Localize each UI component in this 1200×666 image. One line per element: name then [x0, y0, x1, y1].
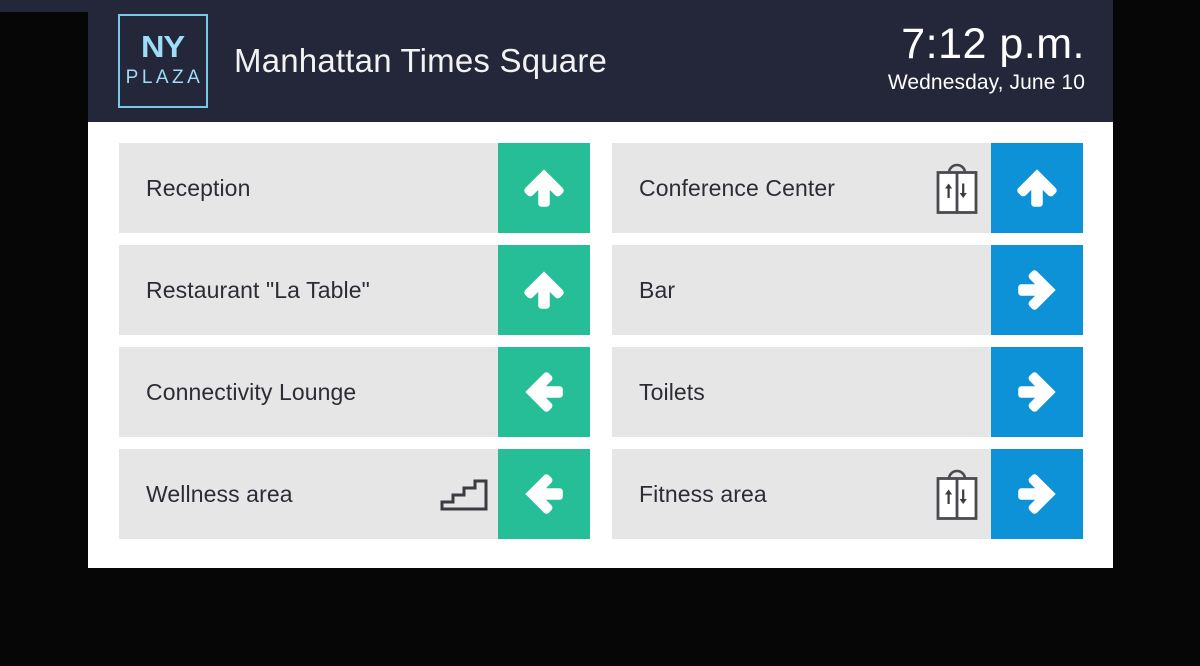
directory-row[interactable]: Connectivity Lounge — [119, 347, 590, 437]
directory-column-left: Reception Restaurant "La Table" Connectivi… — [119, 143, 590, 568]
clock-time: 7:12 p.m. — [901, 20, 1085, 69]
directory-row-label: Restaurant "La Table" — [146, 276, 370, 303]
directory-row[interactable]: Conference Center — [612, 143, 1083, 233]
venue-title: Manhattan Times Square — [234, 42, 608, 79]
directory-row[interactable]: Reception — [119, 143, 590, 233]
directory-row-label: Connectivity Lounge — [146, 378, 357, 405]
directory-row[interactable]: Restaurant "La Table" — [119, 245, 590, 335]
directory-row-label: Fitness area — [639, 480, 767, 507]
signage-screen: NY PLAZA Manhattan Times Square 7:12 p.m… — [88, 0, 1113, 568]
directory-row[interactable]: Fitness area — [612, 449, 1083, 539]
direction-arrow-up-icon — [991, 143, 1083, 233]
directory-row-label: Conference Center — [639, 174, 836, 201]
directory-row-label: Toilets — [639, 378, 705, 405]
elevator-icon — [923, 143, 991, 233]
direction-arrow-right-icon — [991, 449, 1083, 539]
clock-date: Wednesday, June 10 — [887, 71, 1085, 95]
directory-row-label: Bar — [639, 276, 676, 303]
direction-arrow-up-icon — [498, 245, 590, 335]
direction-arrow-right-icon — [991, 347, 1083, 437]
directory-row-label: Wellness area — [146, 480, 293, 507]
brand-logo: NY PLAZA — [118, 14, 208, 108]
directory-row[interactable]: Bar — [612, 245, 1083, 335]
directory-row-label: Reception — [146, 174, 251, 201]
stairs-icon — [430, 449, 498, 539]
direction-arrow-left-icon — [498, 347, 590, 437]
direction-arrow-right-icon — [991, 245, 1083, 335]
logo-line-plaza: PLAZA — [125, 67, 204, 89]
directory-row[interactable]: Wellness area — [119, 449, 590, 539]
directory-board: Reception Restaurant "La Table" Connectivi… — [88, 122, 1113, 568]
direction-arrow-up-icon — [498, 143, 590, 233]
elevator-icon — [923, 449, 991, 539]
bezel-top-strip — [0, 0, 88, 12]
header-bar: NY PLAZA Manhattan Times Square 7:12 p.m… — [88, 0, 1113, 122]
logo-line-ny: NY — [141, 29, 185, 65]
directory-column-right: Conference Center Bar Toilets Fitness area — [612, 143, 1083, 568]
directory-row[interactable]: Toilets — [612, 347, 1083, 437]
direction-arrow-left-icon — [498, 449, 590, 539]
clock: 7:12 p.m. Wednesday, June 10 — [887, 20, 1089, 98]
